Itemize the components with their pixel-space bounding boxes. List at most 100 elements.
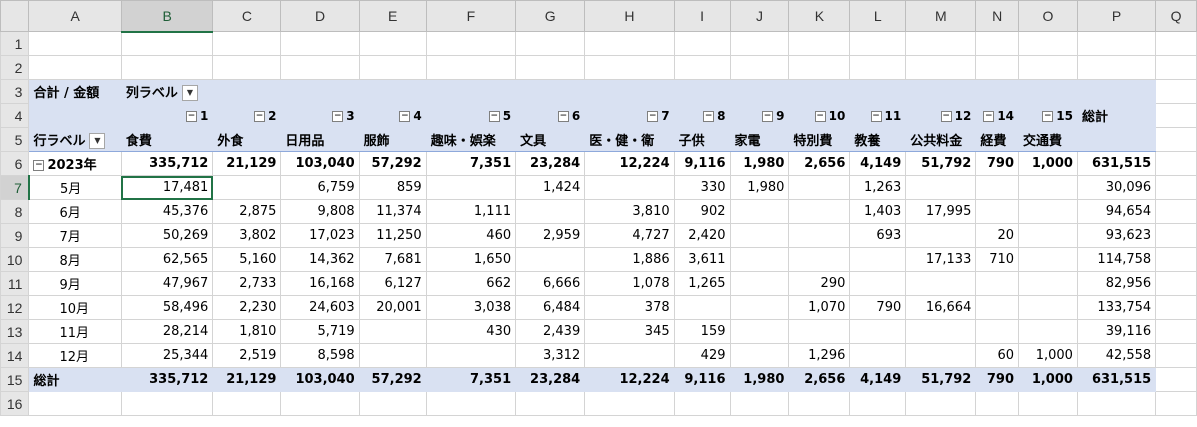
- pivot-header-cell[interactable]: [584, 79, 675, 104]
- column-header-k[interactable]: K: [788, 0, 851, 32]
- pivot-value-cell[interactable]: 1,111: [425, 199, 517, 224]
- cell[interactable]: [1155, 31, 1197, 56]
- pivot-category-header[interactable]: 子供: [673, 127, 731, 152]
- cell[interactable]: [358, 391, 427, 416]
- pivot-grand-total-cell[interactable]: 790: [975, 367, 1020, 392]
- pivot-value-cell[interactable]: 62,565: [120, 247, 214, 272]
- pivot-header-cell[interactable]: [358, 79, 427, 104]
- pivot-value-cell[interactable]: 790: [849, 295, 907, 320]
- pivot-value-cell[interactable]: 693: [849, 223, 907, 248]
- pivot-value-cell[interactable]: 17,133: [905, 247, 977, 272]
- column-header-d[interactable]: D: [280, 0, 360, 32]
- pivot-value-cell[interactable]: 378: [584, 295, 675, 320]
- pivot-value-cell[interactable]: [849, 247, 907, 272]
- row-header-14[interactable]: 14: [0, 343, 30, 368]
- cell[interactable]: [1155, 151, 1197, 176]
- pivot-value-cell[interactable]: [849, 319, 907, 344]
- pivot-value-cell[interactable]: 1,980: [729, 175, 790, 200]
- cell[interactable]: [975, 391, 1020, 416]
- pivot-value-cell[interactable]: 1,296: [788, 343, 851, 368]
- pivot-value-cell[interactable]: 94,654: [1076, 199, 1157, 224]
- minus-box-icon[interactable]: −: [557, 110, 569, 122]
- pivot-value-cell[interactable]: 133,754: [1076, 295, 1157, 320]
- pivot-category-header[interactable]: 教養: [849, 127, 907, 152]
- pivot-value-cell[interactable]: 1,000: [1018, 343, 1078, 368]
- row-header-15[interactable]: 15: [0, 367, 30, 392]
- cell[interactable]: [975, 55, 1020, 80]
- cell[interactable]: [120, 55, 214, 80]
- pivot-category-header[interactable]: 特別費: [788, 127, 851, 152]
- pivot-column-index-cell[interactable]: −11: [849, 103, 907, 128]
- cell[interactable]: [212, 31, 282, 56]
- pivot-value-cell[interactable]: 20,001: [358, 295, 427, 320]
- pivot-value-cell[interactable]: [1018, 175, 1078, 200]
- pivot-value-cell[interactable]: 28,214: [120, 319, 214, 344]
- pivot-year-subtotal-cell[interactable]: 2,656: [788, 151, 851, 176]
- pivot-year-subtotal-cell[interactable]: 4,149: [849, 151, 907, 176]
- pivot-value-cell[interactable]: [788, 223, 851, 248]
- cell[interactable]: [515, 31, 586, 56]
- pivot-value-cell[interactable]: 1,424: [515, 175, 586, 200]
- pivot-value-cell[interactable]: 20: [975, 223, 1020, 248]
- pivot-value-cell[interactable]: 50,269: [120, 223, 214, 248]
- pivot-column-index-cell[interactable]: −7: [584, 103, 675, 128]
- row-header-12[interactable]: 12: [0, 295, 30, 320]
- pivot-value-cell[interactable]: [358, 343, 427, 368]
- pivot-value-cell[interactable]: 16,664: [905, 295, 977, 320]
- pivot-value-cell[interactable]: 2,230: [212, 295, 282, 320]
- row-header-4[interactable]: 4: [0, 103, 30, 128]
- pivot-month-label[interactable]: 11月: [28, 319, 122, 344]
- pivot-value-cell[interactable]: [905, 343, 977, 368]
- pivot-value-cell[interactable]: [975, 271, 1020, 296]
- pivot-header-cell[interactable]: [975, 79, 1020, 104]
- pivot-grand-total-cell[interactable]: 1,980: [729, 367, 790, 392]
- row-header-7[interactable]: 7: [0, 175, 30, 200]
- pivot-category-header[interactable]: 家電: [729, 127, 790, 152]
- pivot-column-index-cell[interactable]: −10: [788, 103, 851, 128]
- pivot-header-cell[interactable]: [788, 79, 851, 104]
- row-header-1[interactable]: 1: [0, 31, 30, 56]
- cell[interactable]: [212, 391, 282, 416]
- filter-dropdown-icon[interactable]: ▼: [89, 133, 106, 150]
- cell[interactable]: [584, 391, 675, 416]
- pivot-header-cell[interactable]: [28, 103, 122, 128]
- pivot-category-header[interactable]: 交通費: [1018, 127, 1078, 152]
- pivot-header-cell[interactable]: [1076, 79, 1157, 104]
- column-header-j[interactable]: J: [729, 0, 790, 32]
- pivot-year-subtotal-cell[interactable]: 12,224: [584, 151, 675, 176]
- row-header-16[interactable]: 16: [0, 391, 30, 416]
- pivot-value-cell[interactable]: 6,666: [515, 271, 586, 296]
- pivot-grand-total-cell[interactable]: 631,515: [1076, 367, 1157, 392]
- pivot-value-cell[interactable]: [425, 343, 517, 368]
- pivot-value-cell[interactable]: 16,168: [280, 271, 360, 296]
- pivot-value-cell[interactable]: 6,484: [515, 295, 586, 320]
- pivot-column-labels-cell[interactable]: 列ラベル ▼: [120, 79, 214, 104]
- pivot-year-subtotal-cell[interactable]: 57,292: [358, 151, 427, 176]
- pivot-value-cell[interactable]: 17,023: [280, 223, 360, 248]
- pivot-value-cell[interactable]: 2,420: [673, 223, 731, 248]
- select-all-corner[interactable]: [0, 0, 30, 32]
- pivot-value-cell[interactable]: 1,886: [584, 247, 675, 272]
- pivot-value-cell[interactable]: 2,959: [515, 223, 586, 248]
- pivot-value-cell[interactable]: 1,810: [212, 319, 282, 344]
- cell[interactable]: [975, 31, 1020, 56]
- cell[interactable]: [1155, 223, 1197, 248]
- cell[interactable]: [673, 391, 731, 416]
- pivot-grand-total-cell[interactable]: 9,116: [673, 367, 731, 392]
- pivot-year-subtotal-cell[interactable]: 7,351: [425, 151, 517, 176]
- column-header-i[interactable]: I: [673, 0, 731, 32]
- pivot-value-cell[interactable]: 3,802: [212, 223, 282, 248]
- cell[interactable]: [729, 55, 790, 80]
- cell[interactable]: [584, 31, 675, 56]
- minus-box-icon[interactable]: −: [1042, 110, 1054, 122]
- pivot-year-subtotal-cell[interactable]: 1,000: [1018, 151, 1078, 176]
- cell[interactable]: [1155, 55, 1197, 80]
- pivot-value-cell[interactable]: 47,967: [120, 271, 214, 296]
- pivot-month-label[interactable]: 9月: [28, 271, 122, 296]
- minus-box-icon[interactable]: −: [870, 110, 882, 122]
- column-header-q[interactable]: Q: [1155, 0, 1197, 32]
- pivot-value-cell[interactable]: [905, 223, 977, 248]
- pivot-grand-total-cell[interactable]: 7,351: [425, 367, 517, 392]
- pivot-value-cell[interactable]: 7,681: [358, 247, 427, 272]
- cell[interactable]: [905, 55, 977, 80]
